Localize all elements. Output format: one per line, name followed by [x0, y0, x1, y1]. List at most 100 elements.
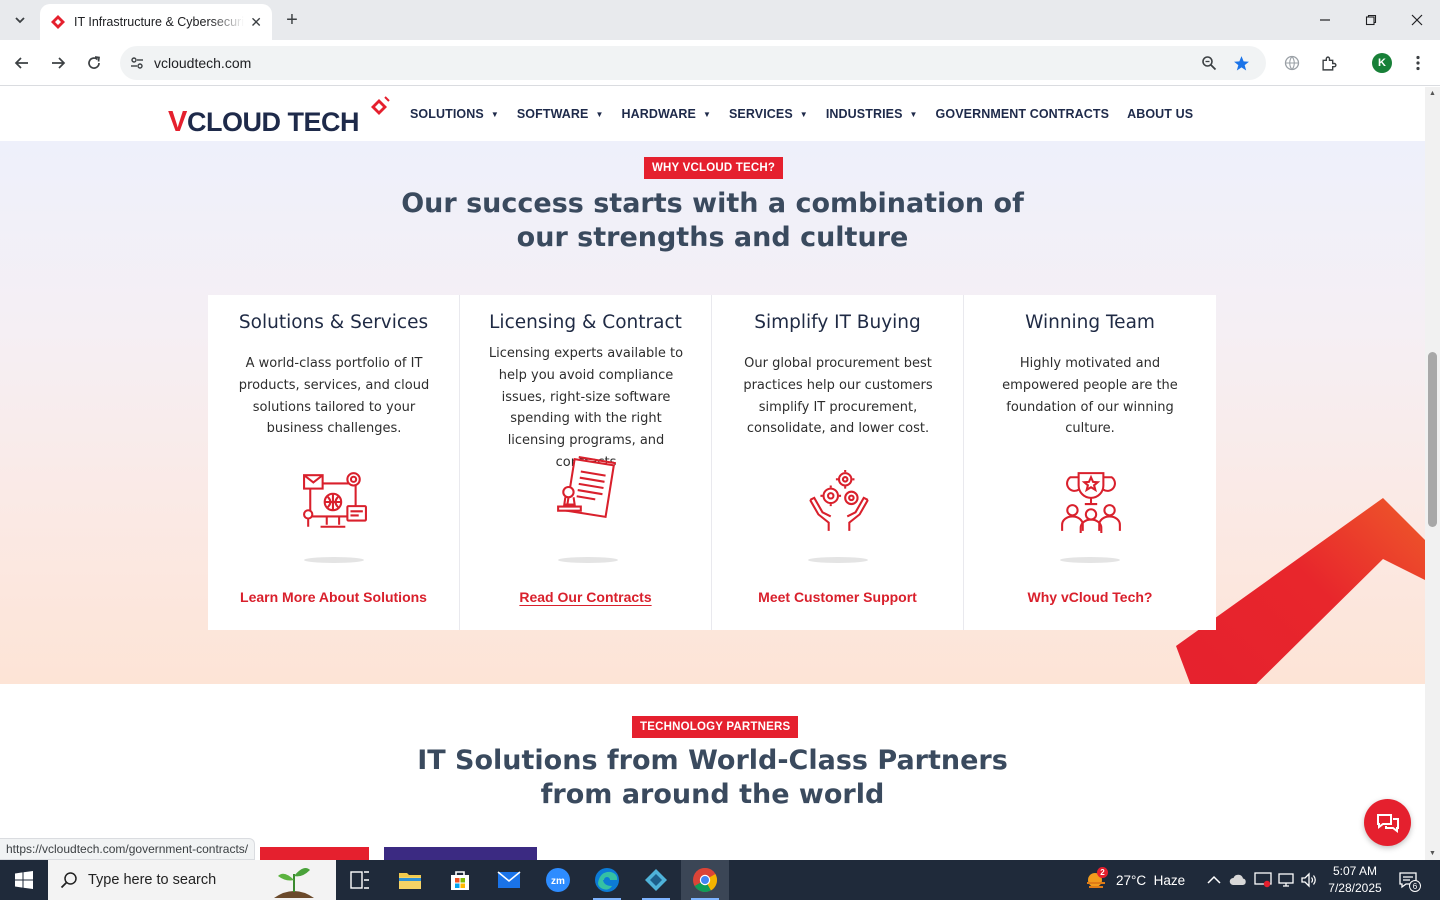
folder-icon	[399, 873, 421, 889]
card-winning-team: Winning Team Highly motivated and empowe…	[964, 295, 1216, 630]
file-explorer-app[interactable]	[386, 860, 434, 900]
why-badge: WHY VCLOUD TECH?	[644, 157, 784, 179]
partner-logo-tile[interactable]	[384, 847, 537, 860]
nav-software[interactable]: SOFTWARE ▼	[517, 107, 604, 121]
notification-center[interactable]: 6	[1398, 860, 1421, 900]
address-bar[interactable]: vcloudtech.com	[120, 46, 1266, 80]
task-view-icon	[350, 871, 369, 889]
card-simplify-it-buying: Simplify IT Buying Our global procuremen…	[712, 295, 964, 630]
tab-close-icon[interactable]: ✕	[250, 14, 262, 31]
arrow-left-icon	[14, 57, 28, 69]
weather-alert-badge: 2	[1097, 867, 1108, 878]
tab-title: IT Infrastructure & Cybersecurity	[74, 15, 245, 29]
caret-down-icon: ▼	[490, 109, 499, 119]
close-window-button[interactable]	[1394, 0, 1440, 40]
arrow-right-icon	[52, 57, 66, 69]
weather-widget[interactable]: 2 27°C Haze	[1084, 860, 1185, 900]
mail-icon	[497, 871, 521, 888]
partners-heading: IT Solutions from World-Class Partners f…	[417, 745, 1008, 810]
zoom-icon	[1202, 56, 1217, 71]
vcloud-tech-logo[interactable]: V CLOUD TECH	[168, 95, 392, 137]
page-scrollbar[interactable]: ▲ ▼	[1425, 87, 1440, 860]
caret-down-icon: ▼	[595, 109, 604, 119]
icon-shadow	[1060, 557, 1120, 563]
volume-tray[interactable]	[1300, 860, 1318, 900]
chat-widget-button[interactable]	[1364, 799, 1411, 846]
new-tab-button[interactable]: +	[280, 8, 304, 32]
zoom-app-icon: zm	[546, 868, 570, 892]
nav-government-contracts[interactable]: GOVERNMENT CONTRACTS	[936, 107, 1110, 121]
icon-shadow	[304, 557, 364, 563]
translate-button[interactable]	[1282, 53, 1302, 73]
monitor-gear-icon	[303, 472, 367, 528]
dev-app[interactable]	[632, 860, 680, 900]
task-view-button[interactable]	[336, 860, 384, 900]
strengths-heading: Our success starts with a combination of…	[401, 188, 1024, 253]
site-favicon-icon	[51, 15, 65, 29]
taskbar-search-box[interactable]: Type here to search	[48, 860, 336, 900]
card-licensing-contract: Licensing & Contract Licensing experts a…	[460, 295, 712, 630]
learn-more-solutions-link[interactable]: Learn More About Solutions	[208, 589, 459, 605]
back-button[interactable]	[8, 49, 36, 77]
svg-text:CLOUD TECH: CLOUD TECH	[187, 107, 359, 137]
maximize-button[interactable]	[1348, 0, 1394, 40]
star-filled-icon	[1233, 55, 1249, 71]
site-header: V CLOUD TECH SOLUTIONS ▼ SOFTWARE ▼ HARDWA…	[0, 87, 1425, 141]
read-our-contracts-link[interactable]: Read Our Contracts	[460, 589, 711, 605]
scrollbar-thumb[interactable]	[1428, 352, 1437, 527]
reload-button[interactable]	[80, 49, 108, 77]
security-tray[interactable]	[1254, 860, 1272, 900]
strength-cards: Solutions & Services A world-class portf…	[208, 295, 1216, 630]
partners-section: TECHNOLOGY PARTNERS IT Solutions from Wo…	[0, 684, 1425, 860]
trophy-team-icon	[1061, 472, 1121, 533]
browser-menu-button[interactable]	[1408, 53, 1428, 73]
mail-app[interactable]	[485, 860, 533, 900]
chrome-app[interactable]	[681, 860, 729, 900]
close-icon	[1411, 14, 1423, 26]
chevron-up-icon	[1207, 875, 1221, 884]
monitor-alert-icon	[1254, 872, 1272, 888]
network-icon	[1278, 873, 1294, 887]
forward-button[interactable]	[44, 49, 72, 77]
cloud-icon	[1229, 874, 1246, 885]
chevron-down-icon	[15, 17, 25, 24]
main-nav: SOLUTIONS ▼ SOFTWARE ▼ HARDWARE ▼ SERVICES ▼…	[410, 107, 1211, 121]
show-hidden-icons[interactable]	[1207, 860, 1221, 900]
start-button[interactable]	[0, 860, 48, 900]
meet-customer-support-link[interactable]: Meet Customer Support	[712, 589, 963, 605]
network-tray[interactable]	[1277, 860, 1295, 900]
microsoft-store-app[interactable]	[436, 860, 484, 900]
page-viewport: V CLOUD TECH SOLUTIONS ▼ SOFTWARE ▼ HARDWA…	[0, 87, 1425, 860]
nav-solutions[interactable]: SOLUTIONS ▼	[410, 107, 499, 121]
profile-avatar[interactable]: K	[1372, 53, 1392, 73]
nav-services[interactable]: SERVICES ▼	[729, 107, 808, 121]
technology-partners-badge: TECHNOLOGY PARTNERS	[632, 716, 799, 738]
nav-hardware[interactable]: HARDWARE ▼	[622, 107, 711, 121]
nav-about-us[interactable]: ABOUT US	[1127, 107, 1193, 121]
zoom-app[interactable]: zm	[534, 860, 582, 900]
site-info-button[interactable]	[120, 55, 154, 71]
tab-search-button[interactable]	[6, 6, 34, 34]
windows-logo-icon	[15, 871, 33, 889]
caret-down-icon: ▼	[909, 109, 918, 119]
minimize-button[interactable]	[1302, 0, 1348, 40]
edge-icon	[595, 868, 619, 892]
zoom-button[interactable]	[1200, 54, 1218, 72]
partner-logo-tile[interactable]	[260, 847, 369, 860]
extensions-button[interactable]	[1319, 53, 1339, 73]
scroll-up-icon[interactable]: ▲	[1428, 90, 1437, 97]
caret-down-icon: ▼	[702, 109, 711, 119]
minimize-icon	[1320, 19, 1330, 21]
contract-stamp-icon	[557, 456, 617, 519]
why-vcloud-tech-link[interactable]: Why vCloud Tech?	[964, 589, 1216, 605]
diamond-app-icon	[645, 869, 667, 891]
scroll-down-icon[interactable]: ▼	[1428, 850, 1437, 857]
search-icon	[60, 872, 77, 889]
bookmark-star-button[interactable]	[1232, 54, 1250, 72]
link-status-bubble: https://vcloudtech.com/government-contra…	[0, 838, 256, 860]
nav-industries[interactable]: INDUSTRIES ▼	[826, 107, 918, 121]
onedrive-tray[interactable]	[1229, 860, 1247, 900]
system-clock[interactable]: 5:07 AM 7/28/2025	[1322, 863, 1388, 897]
edge-app[interactable]	[583, 860, 631, 900]
browser-tab-active[interactable]: IT Infrastructure & Cybersecurity ✕	[40, 4, 272, 40]
